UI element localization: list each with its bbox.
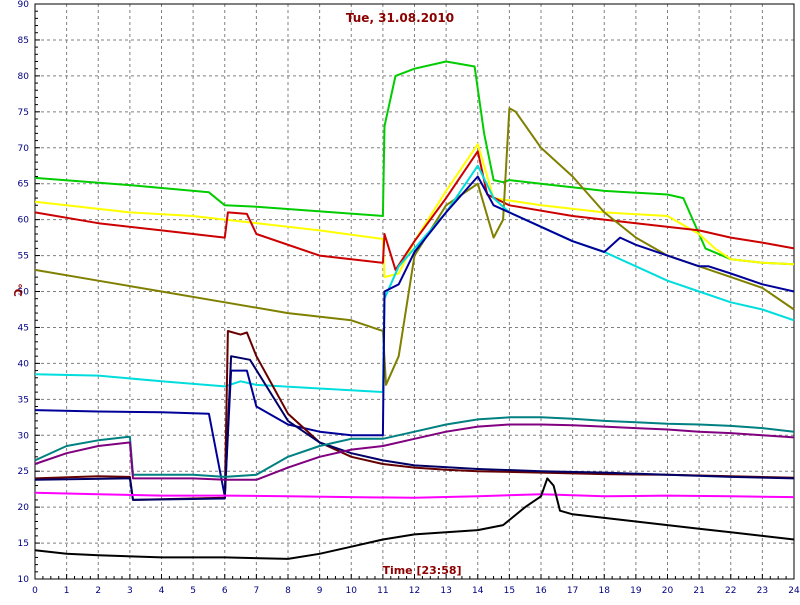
y-tick-label: 75 bbox=[18, 108, 29, 118]
y-tick-label: 15 bbox=[18, 539, 29, 549]
x-tick-label: 14 bbox=[472, 586, 484, 596]
x-tick-label: 9 bbox=[317, 586, 323, 596]
x-tick-label: 11 bbox=[377, 586, 388, 596]
x-tick-label: 4 bbox=[159, 586, 165, 596]
x-tick-label: 6 bbox=[222, 586, 228, 596]
y-tick-label: 60 bbox=[18, 216, 30, 226]
x-tick-label: 18 bbox=[599, 586, 611, 596]
y-tick-label: 85 bbox=[18, 36, 29, 46]
y-tick-label: 45 bbox=[18, 323, 29, 333]
x-tick-label: 13 bbox=[440, 586, 451, 596]
x-tick-label: 10 bbox=[346, 586, 358, 596]
x-tick-label: 24 bbox=[788, 586, 800, 596]
x-tick-label: 0 bbox=[32, 586, 38, 596]
x-tick-label: 3 bbox=[127, 586, 133, 596]
chart-title: Tue, 31.08.2010 bbox=[346, 11, 454, 25]
x-tick-label: 7 bbox=[254, 586, 260, 596]
x-tick-label: 8 bbox=[285, 586, 291, 596]
chart-background bbox=[0, 0, 800, 600]
y-axis-label: °C bbox=[11, 283, 24, 297]
x-tick-label: 23 bbox=[757, 586, 768, 596]
y-tick-label: 90 bbox=[18, 0, 30, 10]
x-tick-label: 21 bbox=[693, 586, 704, 596]
y-tick-label: 20 bbox=[18, 503, 30, 513]
x-tick-label: 17 bbox=[567, 586, 578, 596]
y-tick-label: 70 bbox=[18, 144, 30, 154]
y-tick-label: 80 bbox=[18, 72, 30, 82]
x-tick-label: 22 bbox=[725, 586, 736, 596]
x-tick-label: 2 bbox=[95, 586, 101, 596]
x-tick-label: 5 bbox=[190, 586, 196, 596]
x-tick-label: 16 bbox=[535, 586, 547, 596]
y-tick-label: 25 bbox=[18, 467, 29, 477]
y-tick-label: 35 bbox=[18, 395, 29, 405]
y-tick-label: 65 bbox=[18, 180, 29, 190]
y-tick-label: 10 bbox=[18, 575, 30, 585]
x-tick-label: 1 bbox=[64, 586, 70, 596]
chart-svg: 1015202530354045505560657075808590 01234… bbox=[0, 0, 800, 600]
x-tick-label: 12 bbox=[409, 586, 420, 596]
x-tick-label: 20 bbox=[662, 586, 674, 596]
y-tick-label: 40 bbox=[18, 359, 30, 369]
y-tick-label: 30 bbox=[18, 431, 30, 441]
y-tick-label: 55 bbox=[18, 252, 29, 262]
x-tick-label: 15 bbox=[504, 586, 515, 596]
x-axis-label: Time [23:58] bbox=[382, 564, 461, 577]
temperature-chart: 10 15 20 25 30 35 40 45 50 55 60 65 70 75 80 85 90 01234… bbox=[0, 0, 800, 600]
x-tick-label: 19 bbox=[630, 586, 642, 596]
